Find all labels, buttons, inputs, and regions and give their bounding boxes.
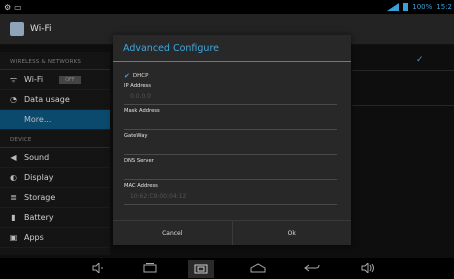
system-nav-bar xyxy=(0,258,454,279)
battery-icon: ▮ xyxy=(11,213,16,222)
dhcp-label: DHCP xyxy=(132,72,149,79)
screenshot-icon[interactable] xyxy=(188,260,214,278)
checkmark-icon: ✔ xyxy=(124,71,130,80)
advanced-configure-dialog: Advanced Configure ✔ DHCP IP Address 0.0… xyxy=(113,35,351,245)
home-icon[interactable] xyxy=(250,261,266,275)
wifi-icon: ᯤ xyxy=(9,75,18,84)
ip-address-field: IP Address 0.0.0.0 xyxy=(124,82,337,105)
sidebar-item-battery[interactable]: ▮ Battery xyxy=(0,208,110,228)
cancel-button[interactable]: Cancel xyxy=(113,221,232,245)
sidebar-item-label: More... xyxy=(24,115,52,124)
sidebar-item-data-usage[interactable]: ◔ Data usage xyxy=(0,90,110,110)
sidebar-item-label: Battery xyxy=(24,213,54,222)
storage-icon: ≣ xyxy=(10,193,17,202)
divider xyxy=(352,70,454,71)
gateway-input[interactable] xyxy=(124,140,337,155)
sidebar-item-apps[interactable]: ▣ Apps xyxy=(0,228,110,248)
field-label: IP Address xyxy=(124,83,151,89)
battery-status-icon xyxy=(403,3,409,11)
display-icon: ◐ xyxy=(10,173,17,182)
back-icon[interactable] xyxy=(304,261,320,275)
recent-apps-icon[interactable] xyxy=(142,261,158,275)
gateway-field: GateWay xyxy=(124,132,337,155)
dialog-footer: Cancel Ok xyxy=(113,220,351,245)
sidebar-item-label: Storage xyxy=(24,193,56,202)
sidebar-item-more[interactable]: More... xyxy=(0,110,110,130)
volume-down-icon[interactable] xyxy=(90,261,106,275)
clock: 15:2 xyxy=(436,3,452,11)
mask-address-input[interactable] xyxy=(124,115,337,130)
status-bar: ⚙ ▭ 100% 15:2 xyxy=(0,0,454,14)
field-label: GateWay xyxy=(124,133,148,139)
battery-percent: 100% xyxy=(412,3,433,11)
ok-button[interactable]: Ok xyxy=(231,221,352,245)
mac-address-field: MAC Address 10:62:C9:00:04:12 xyxy=(124,182,337,205)
apps-icon: ▣ xyxy=(9,233,18,242)
field-label: DNS Server xyxy=(124,158,154,164)
data-usage-icon: ◔ xyxy=(10,95,17,104)
sidebar-item-label: Display xyxy=(24,173,54,182)
mac-address-input[interactable]: 10:62:C9:00:04:12 xyxy=(124,190,337,205)
dns-server-input[interactable] xyxy=(124,165,337,180)
dhcp-checkbox[interactable]: ✔ DHCP xyxy=(124,71,337,80)
sidebar-item-label: Data usage xyxy=(24,95,70,104)
sidebar-item-storage[interactable]: ≣ Storage xyxy=(0,188,110,208)
wifi-toggle[interactable]: OFF xyxy=(59,75,81,84)
sidebar-item-label: Wi-Fi xyxy=(24,75,44,84)
screenshot-notification-icon: ▭ xyxy=(14,2,22,12)
ip-address-input[interactable]: 0.0.0.0 xyxy=(124,90,337,105)
section-header-wireless: WIRELESS & NETWORKS xyxy=(0,52,110,70)
settings-sidebar: WIRELESS & NETWORKS ᯤ Wi-Fi OFF ◔ Data u… xyxy=(0,52,110,255)
sidebar-item-label: Apps xyxy=(24,233,44,242)
volume-up-icon[interactable] xyxy=(360,261,376,275)
connected-check-icon: ✓ xyxy=(416,55,424,65)
mask-address-field: Mask Address xyxy=(124,107,337,130)
settings-app-icon[interactable] xyxy=(10,22,24,36)
notification-icon: ⚙ xyxy=(4,2,12,12)
speaker-icon: ◀ xyxy=(10,153,17,162)
wifi-signal-icon xyxy=(387,3,400,11)
field-label: MAC Address xyxy=(124,183,158,189)
dns-server-field: DNS Server xyxy=(124,157,337,180)
field-label: Mask Address xyxy=(124,108,160,114)
sidebar-item-display[interactable]: ◐ Display xyxy=(0,168,110,188)
sidebar-item-wifi[interactable]: ᯤ Wi-Fi OFF xyxy=(0,70,110,90)
section-header-device: DEVICE xyxy=(0,130,110,148)
page-title: Wi-Fi xyxy=(30,24,52,34)
sidebar-item-sound[interactable]: ◀ Sound xyxy=(0,148,110,168)
sidebar-item-label: Sound xyxy=(24,153,50,162)
divider xyxy=(352,105,454,106)
dialog-title: Advanced Configure xyxy=(113,35,351,62)
